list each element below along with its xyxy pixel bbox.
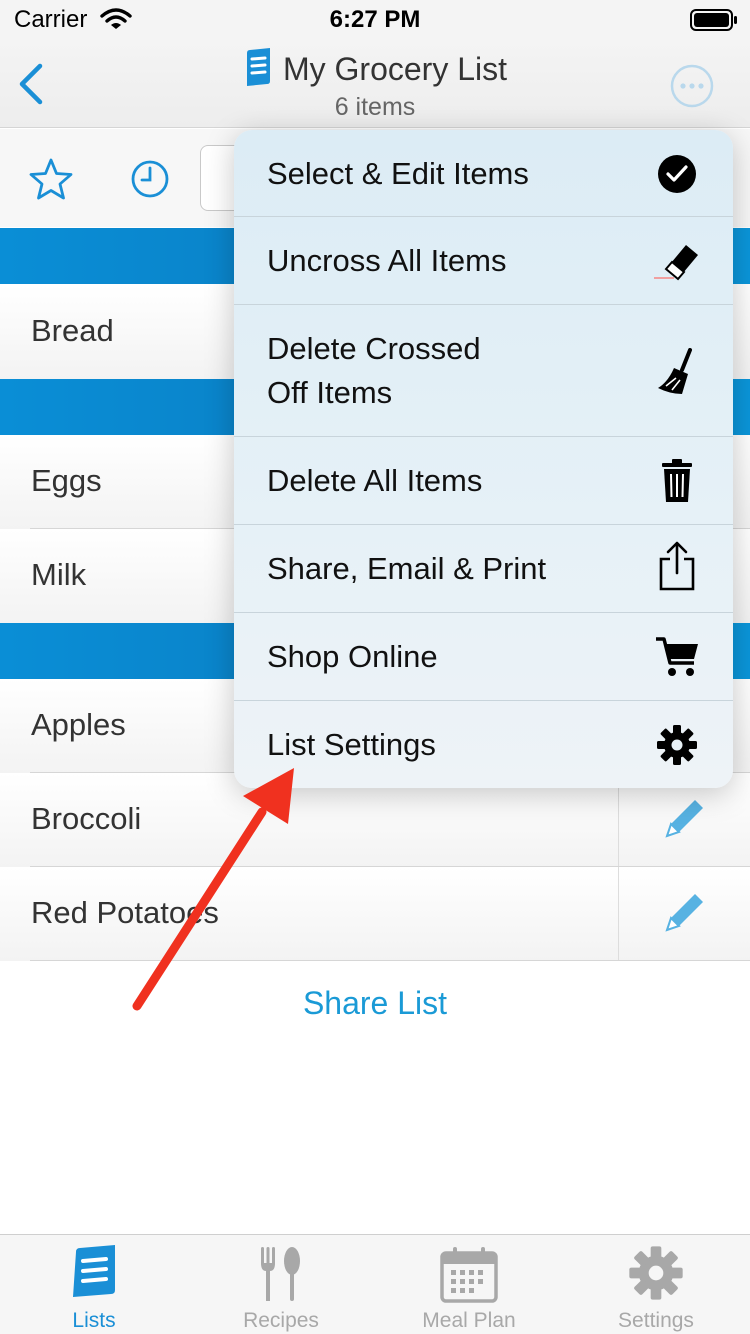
menu-item-label: Share, Email & Print	[267, 551, 547, 586]
item-name: Red Potatoes	[31, 895, 219, 930]
menu-item-label: List Settings	[267, 727, 436, 762]
item-name: Broccoli	[31, 801, 142, 836]
tab-label: Recipes	[243, 1309, 319, 1332]
share-icon	[652, 541, 702, 591]
tab-lists[interactable]: Lists	[0, 1235, 188, 1334]
menu-item-select-edit[interactable]: Select & Edit Items	[234, 130, 733, 217]
tab-settings[interactable]: Settings	[562, 1235, 750, 1334]
list-icon	[243, 48, 273, 91]
menu-item-label: Delete Crossed Off Items	[267, 331, 481, 410]
menu-item-label: Delete All Items	[267, 463, 483, 498]
item-count: 6 items	[334, 93, 416, 121]
tab-label: Settings	[618, 1309, 694, 1332]
item-name: Bread	[31, 313, 114, 348]
item-name: Eggs	[31, 463, 102, 498]
tab-label: Meal Plan	[422, 1309, 516, 1332]
status-bar: Carrier 6:27 PM	[0, 0, 750, 40]
gear-icon	[628, 1245, 684, 1306]
more-options-icon[interactable]	[670, 64, 714, 113]
eraser-icon	[652, 236, 702, 286]
fork-spoon-icon	[258, 1245, 304, 1308]
tab-meal-plan[interactable]: Meal Plan	[375, 1235, 563, 1334]
history-clock-icon[interactable]	[130, 159, 170, 204]
list-icon	[69, 1245, 119, 1302]
menu-item-label: Select & Edit Items	[267, 156, 529, 191]
checkmark-circle-icon	[652, 149, 702, 199]
calendar-icon	[440, 1245, 498, 1308]
menu-item-label: Uncross All Items	[267, 243, 507, 278]
menu-item-delete-crossed[interactable]: Delete Crossed Off Items	[234, 305, 733, 437]
tab-recipes[interactable]: Recipes	[187, 1235, 375, 1334]
title-block: My Grocery List 6 items	[0, 48, 750, 122]
menu-item-list-settings[interactable]: List Settings	[234, 701, 733, 788]
page-title: My Grocery List	[282, 51, 508, 87]
cart-icon	[652, 632, 702, 682]
options-menu: Select & Edit Items Uncross All Items De…	[234, 130, 733, 788]
menu-item-shop-online[interactable]: Shop Online	[234, 613, 733, 701]
menu-item-delete-all[interactable]: Delete All Items	[234, 437, 733, 525]
clock-time: 6:27 PM	[329, 6, 421, 33]
trash-icon	[652, 456, 702, 506]
tab-label: Lists	[72, 1309, 116, 1332]
edit-item-button[interactable]	[618, 867, 750, 961]
navigation-bar: My Grocery List 6 items	[0, 40, 750, 128]
item-name: Apples	[31, 707, 126, 742]
broom-icon	[652, 347, 702, 397]
share-list-link[interactable]: Share List	[0, 985, 750, 1022]
row-divider	[30, 960, 750, 961]
favorites-star-icon[interactable]	[28, 157, 74, 206]
pencil-icon	[661, 794, 709, 847]
pencil-icon	[661, 888, 709, 941]
tab-bar: Lists Recipes Meal Plan Settings	[0, 1234, 750, 1334]
gear-icon	[652, 720, 702, 770]
menu-item-label: Shop Online	[267, 639, 438, 674]
battery-icon	[690, 9, 738, 36]
item-name: Milk	[31, 557, 87, 592]
list-item[interactable]: Red Potatoes	[0, 867, 750, 961]
menu-item-uncross-all[interactable]: Uncross All Items	[234, 217, 733, 305]
menu-item-share-email-print[interactable]: Share, Email & Print	[234, 525, 733, 613]
